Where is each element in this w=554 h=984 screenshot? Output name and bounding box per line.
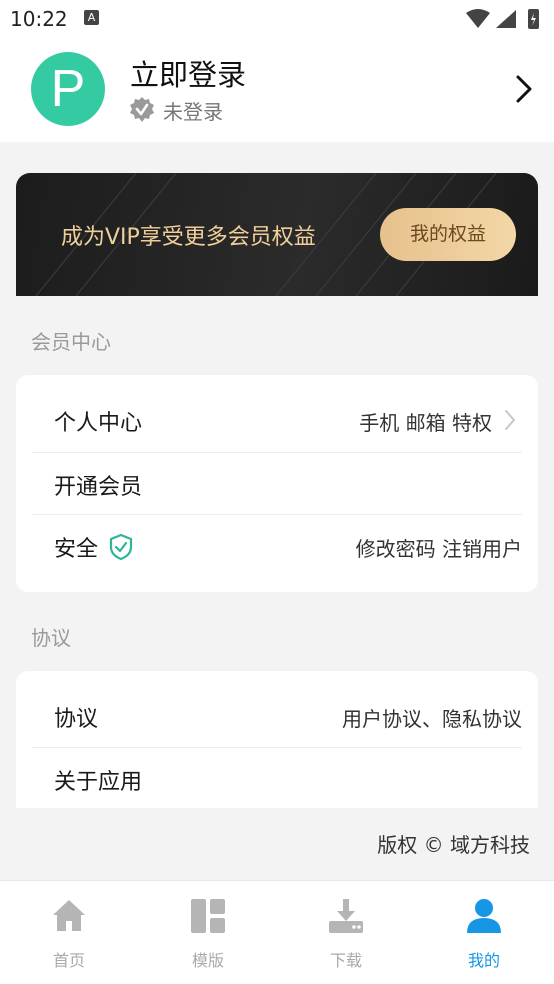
nav-item-download[interactable]: 下载 (286, 897, 406, 971)
member-card: 个人中心 手机 邮箱 特权 开通会员 安全 修改密码 注销用户 (16, 375, 538, 592)
nav-label: 我的 (467, 951, 500, 970)
section-title-member: 会员中心 (31, 330, 111, 354)
template-icon (191, 899, 225, 933)
nav-item-mine[interactable]: 我的 (424, 897, 544, 971)
wifi-icon (466, 9, 490, 28)
row-open-membership[interactable]: 开通会员 (32, 453, 522, 515)
login-status-text: 未登录 (163, 99, 223, 124)
home-icon (53, 900, 85, 931)
profile-header[interactable]: P 立即登录 未登录 (0, 38, 554, 142)
nav-label: 下载 (329, 951, 362, 970)
vip-promo-text: 成为VIP享受更多会员权益 (61, 225, 316, 250)
row-label: 安全 (54, 537, 99, 562)
nav-label: 模版 (191, 951, 224, 970)
agreement-card: 协议 用户协议、隐私协议 关于应用 (16, 671, 538, 808)
notification-icon: A (84, 10, 99, 25)
vip-banner[interactable]: 成为VIP享受更多会员权益 我的权益 (16, 173, 538, 296)
row-label: 开通会员 (54, 475, 143, 500)
avatar[interactable]: P (31, 52, 105, 126)
row-label: 个人中心 (54, 411, 143, 436)
row-label: 关于应用 (54, 770, 143, 795)
status-bar: 10:22 A (0, 0, 554, 38)
login-title[interactable]: 立即登录 (130, 52, 246, 94)
row-personal-center[interactable]: 个人中心 手机 邮箱 特权 (32, 389, 522, 451)
my-benefits-button[interactable]: 我的权益 (380, 208, 516, 261)
user-icon (467, 899, 501, 933)
login-status: 未登录 (128, 96, 223, 124)
row-label: 协议 (54, 707, 99, 732)
row-label-wrap: 安全 (54, 531, 134, 563)
row-value: 手机 邮箱 特权 (359, 411, 492, 435)
nav-label: 首页 (52, 951, 85, 970)
nav-item-home[interactable]: 首页 (9, 897, 129, 971)
row-agreement[interactable]: 协议 用户协议、隐私协议 (32, 685, 522, 747)
status-time: 10:22 (10, 7, 68, 31)
signal-battery-icons (466, 9, 539, 29)
shield-check-icon (109, 533, 133, 561)
chevron-right-icon (505, 410, 516, 430)
download-icon (329, 899, 363, 933)
section-title-agreement: 协议 (31, 626, 71, 650)
nav-item-template[interactable]: 模版 (148, 897, 268, 971)
bottom-nav: 首页 模版 下载 我的 (0, 880, 554, 984)
copyright-text: 版权 © 域方科技 (377, 833, 530, 857)
verified-badge-icon (130, 97, 154, 122)
row-value[interactable]: 用户协议、隐私协议 (342, 703, 522, 732)
chevron-right-icon[interactable] (514, 74, 534, 104)
row-security[interactable]: 安全 修改密码 注销用户 (32, 515, 522, 577)
cell-signal-icon (496, 10, 516, 28)
row-value[interactable]: 修改密码 注销用户 (356, 533, 522, 562)
row-about-app[interactable]: 关于应用 (32, 748, 522, 806)
